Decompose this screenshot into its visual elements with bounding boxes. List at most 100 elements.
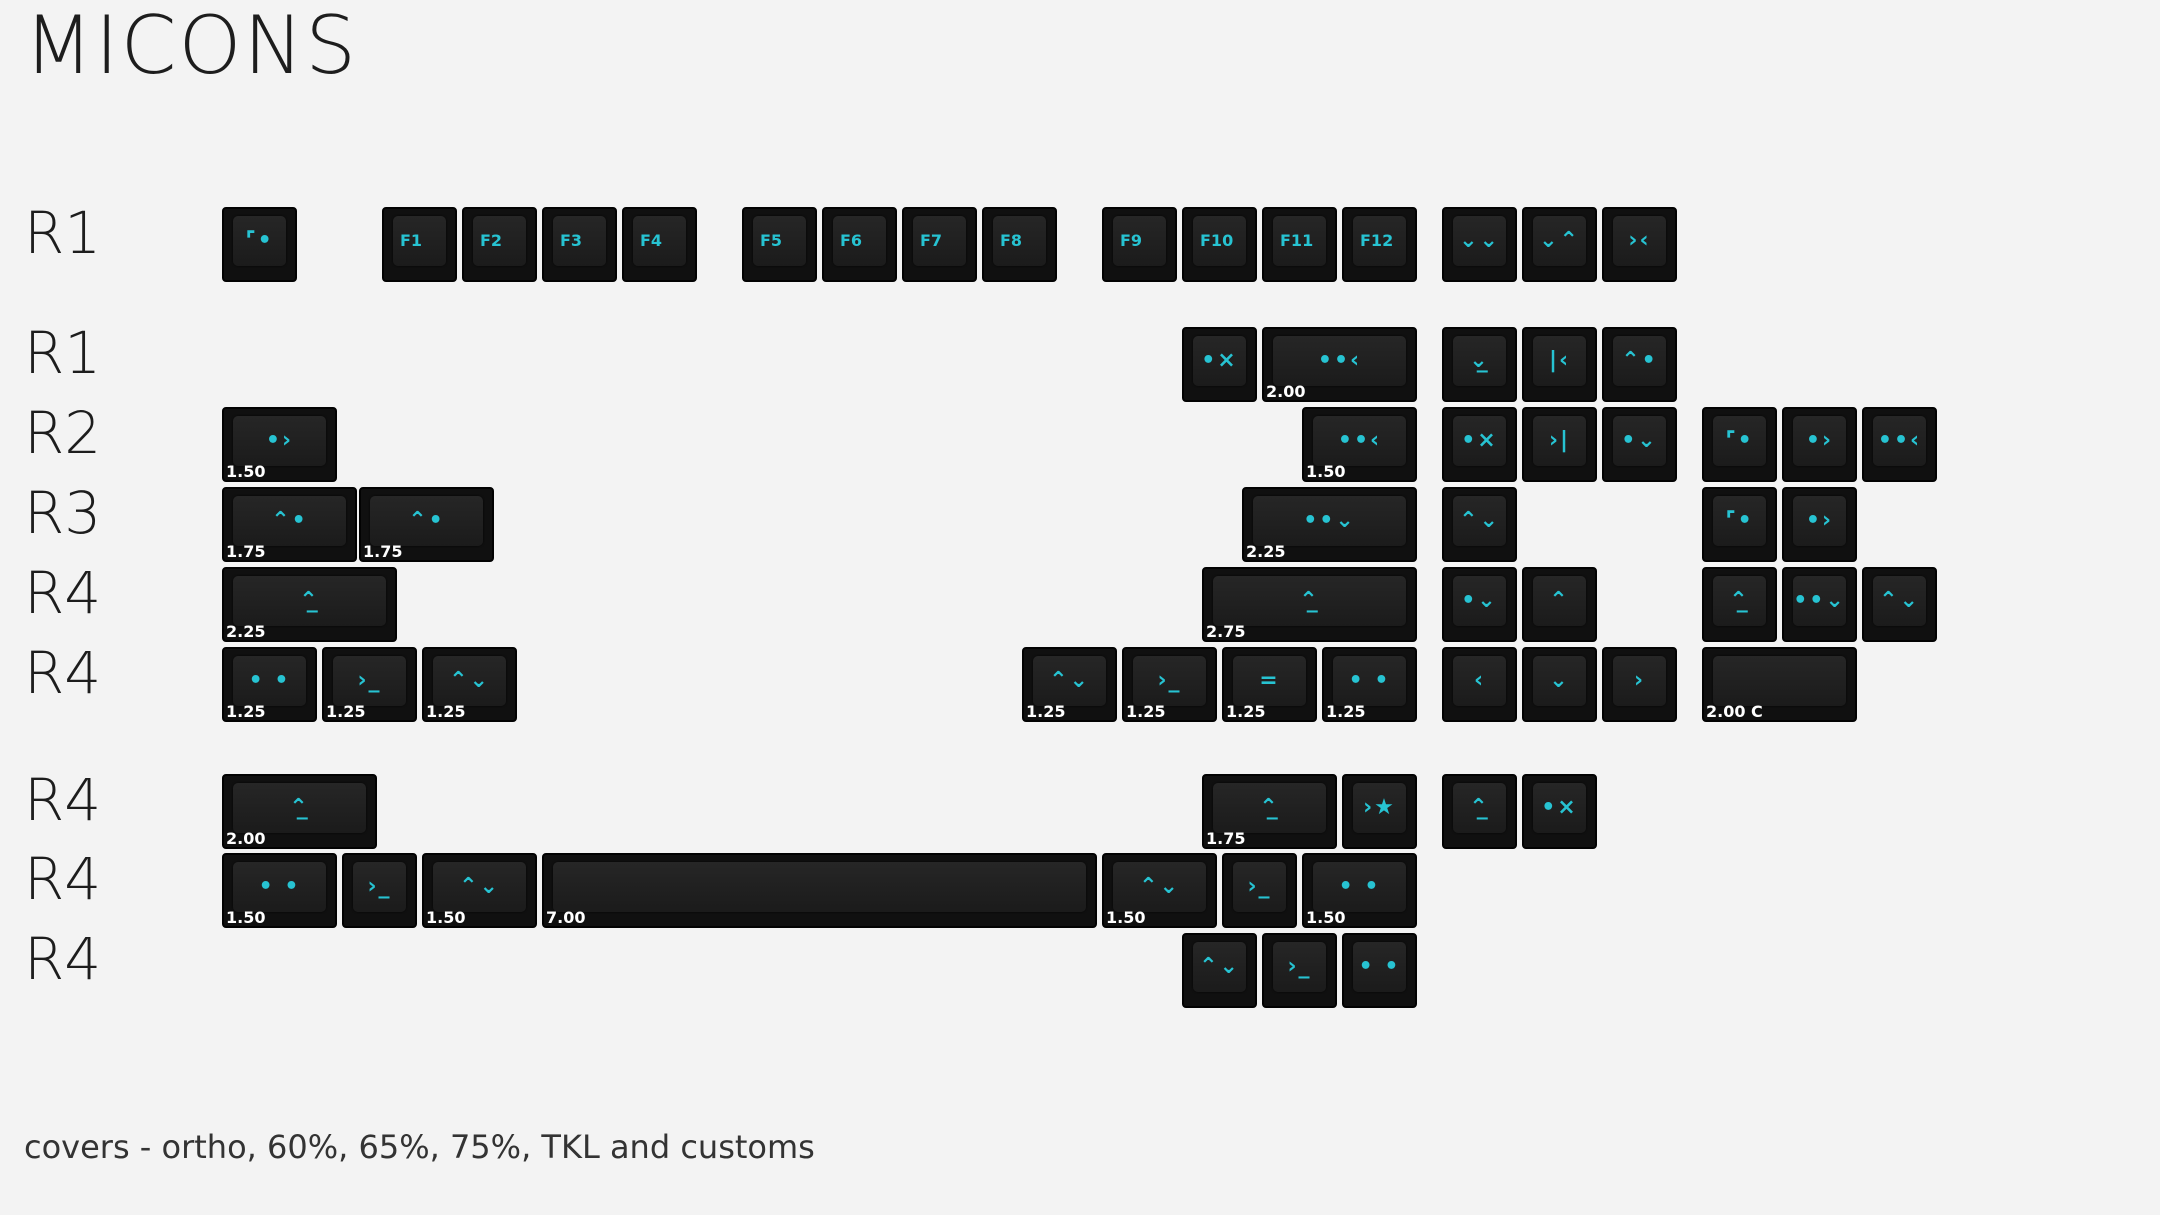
chevrons-down-icon: ⌄⌄ xyxy=(1459,228,1500,253)
keycap-tab: •› 1.50 xyxy=(222,407,337,482)
keycap-arrow-down: ⌄ xyxy=(1522,647,1597,722)
dot-chevron-down-icon: •⌄ xyxy=(1621,428,1658,453)
keycap-print: ⌄⌄ xyxy=(1442,207,1517,282)
dot-x-icon: •× xyxy=(1461,428,1498,453)
size-label: 1.25 xyxy=(226,701,266,721)
size-label: 1.50 xyxy=(426,907,466,927)
f4-legend: F4 xyxy=(640,231,663,250)
f7-legend: F7 xyxy=(920,231,943,250)
keycap-extra-enter: ••⌄ xyxy=(1782,567,1857,642)
f1-legend: F1 xyxy=(400,231,423,250)
dots-chevron-left-icon: ••‹ xyxy=(1877,428,1922,453)
keycap-delete-1u: •× xyxy=(1522,774,1597,849)
keycap-extra-corner-2: ⌜• xyxy=(1702,487,1777,562)
size-label: 1.25 xyxy=(1026,701,1066,721)
size-label: 7.00 xyxy=(546,907,586,927)
size-label: 1.25 xyxy=(326,701,366,721)
chevron-right-icon: › xyxy=(1633,668,1646,693)
size-label: 1.50 xyxy=(226,907,266,927)
size-label: 2.75 xyxy=(1206,621,1246,641)
keycap-rshift: ⌃̲ 2.75 xyxy=(1202,567,1417,642)
keycap-lshift-200: ⌃̲ 2.00 xyxy=(222,774,377,849)
chevrons-up-down-icon: ⌃⌄ xyxy=(1049,668,1090,693)
keycap-ralt-150: ⌃⌄ 1.50 xyxy=(1102,853,1217,928)
dots-chevron-left-icon: ••‹ xyxy=(1317,348,1362,373)
keycap-insert: ⌄̲ xyxy=(1442,327,1517,402)
keycap-pagedown: •⌄ xyxy=(1602,407,1677,482)
chevron-down-icon: ⌄ xyxy=(1549,668,1570,693)
keycap-lalt-125: ⌃⌄ 1.25 xyxy=(422,647,517,722)
keycap-enter: ••⌄ 2.25 xyxy=(1242,487,1417,562)
keycap-caps: ⌃• 1.75 xyxy=(222,487,357,562)
chevrons-up-down-icon: ⌃⌄ xyxy=(1139,874,1180,899)
dots-double-icon: • • xyxy=(248,668,291,693)
face-dot-icon: ⌃• xyxy=(408,508,445,533)
row-label-r4-e: R4 xyxy=(24,925,102,993)
caret-underline-icon: ⌃̲ xyxy=(1729,588,1750,613)
f11-legend: F11 xyxy=(1280,231,1314,250)
keycap-rwin-1u: ›_ xyxy=(1222,853,1297,928)
keycap-f2: F2 xyxy=(462,207,537,282)
keycap-f3: F3 xyxy=(542,207,617,282)
keycap-f4: F4 xyxy=(622,207,697,282)
keycap-end: ›| xyxy=(1522,407,1597,482)
chevrons-up-down-icon: ⌃⌄ xyxy=(449,668,490,693)
keycap-f7: F7 xyxy=(902,207,977,282)
face-dot-icon: ⌃• xyxy=(271,508,308,533)
size-label: 2.00 C xyxy=(1706,701,1763,721)
up-down-dot-icon: ⌃⌄ xyxy=(1879,588,1920,613)
keycap-arrow-up: ⌃ xyxy=(1522,567,1597,642)
size-label: 2.00 xyxy=(226,828,266,848)
keycap-f5: F5 xyxy=(742,207,817,282)
chevron-left-icon: ‹ xyxy=(1473,668,1486,693)
coverage-caption: covers - ortho, 60%, 65%, 75%, TKL and c… xyxy=(24,1128,815,1166)
keycap-arrow-left: ‹ xyxy=(1442,647,1517,722)
caret-underline-icon: ⌃̲ xyxy=(1259,795,1280,820)
size-label: 2.25 xyxy=(226,621,266,641)
keycap-rctrl-1u: • • xyxy=(1342,933,1417,1008)
caret-underline-icon: ⌃̲ xyxy=(289,795,310,820)
dots-double-icon: • • xyxy=(1338,874,1381,899)
keycap-extra-tab-2: •› xyxy=(1782,487,1857,562)
f10-legend: F10 xyxy=(1200,231,1234,250)
keycap-lwin-125: ›_ 1.25 xyxy=(322,647,417,722)
f8-legend: F8 xyxy=(1000,231,1023,250)
keycap-delete: •× xyxy=(1442,407,1517,482)
keycap-prompt-1u: ›_ xyxy=(1262,933,1337,1008)
chevron-up-dot-icon: ⌃• xyxy=(1621,348,1658,373)
keycap-extra-nav: ⌃⌄ xyxy=(1862,567,1937,642)
keycap-f10: F10 xyxy=(1182,207,1257,282)
keycap-lwin-1u: ›_ xyxy=(342,853,417,928)
keycap-numpad-zero: 2.00 C xyxy=(1702,647,1857,722)
size-label: 2.00 xyxy=(1266,381,1306,401)
size-label: 1.50 xyxy=(1306,461,1346,481)
keycap-rctrl-150: • • 1.50 xyxy=(1302,853,1417,928)
f12-legend: F12 xyxy=(1360,231,1394,250)
dot-x-icon: •× xyxy=(1541,795,1578,820)
dots-chevron-down-icon: ••⌄ xyxy=(1303,508,1356,533)
chevrons-in-icon: ›‹ xyxy=(1628,228,1651,253)
size-label: 2.25 xyxy=(1246,541,1286,561)
keycap-f6: F6 xyxy=(822,207,897,282)
row-label-r3: R3 xyxy=(24,479,102,547)
keycap-f8: F8 xyxy=(982,207,1057,282)
keycap-r3-nav: ⌃⌄ xyxy=(1442,487,1517,562)
corner-dot-icon: ⌜• xyxy=(1725,508,1754,533)
dots-double-icon: • • xyxy=(258,874,301,899)
dots-chevron-down-icon: ••⌄ xyxy=(1793,588,1846,613)
f3-legend: F3 xyxy=(560,231,583,250)
keycap-menu-125: = 1.25 xyxy=(1222,647,1317,722)
keycap-rctrl-125: • • 1.25 xyxy=(1322,647,1417,722)
chevron-up-icon: ⌃ xyxy=(1549,588,1570,613)
keycap-extra-corner: ⌜• xyxy=(1702,407,1777,482)
f9-legend: F9 xyxy=(1120,231,1143,250)
keycap-rshift-175: ⌃̲ 1.75 xyxy=(1202,774,1337,849)
size-label: 1.50 xyxy=(1306,907,1346,927)
keycap-backspace-split: •× xyxy=(1182,327,1257,402)
keycap-spacebar: 7.00 xyxy=(542,853,1097,928)
chevron-star-icon: ›★ xyxy=(1363,795,1396,820)
keycap-r4-nav-1: •⌄ xyxy=(1442,567,1517,642)
up-down-dot-icon: ⌃⌄ xyxy=(1459,508,1500,533)
caret-underline-icon: ⌃̲ xyxy=(1469,795,1490,820)
prompt-icon: ›_ xyxy=(1287,954,1312,979)
